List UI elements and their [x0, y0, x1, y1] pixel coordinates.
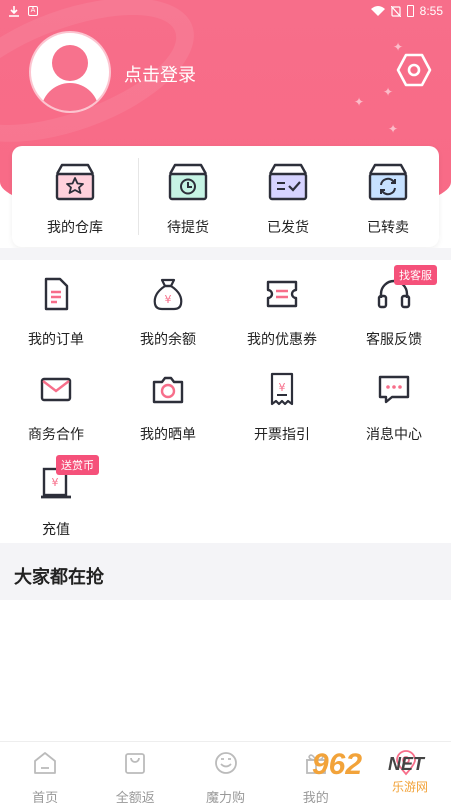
order-item-resold[interactable]: 已转卖: [338, 162, 438, 237]
tool-label: 我的优惠券: [247, 331, 317, 347]
svg-text:¥: ¥: [279, 381, 286, 394]
order-item-label: 我的仓库: [47, 219, 103, 235]
tool-label: 充值: [42, 521, 70, 537]
message-icon: [378, 375, 410, 404]
avatar-body: [41, 83, 99, 111]
tool-label: 我的余额: [140, 331, 196, 347]
customer-service-badge: 找客服: [394, 265, 437, 285]
tool-my-coupons[interactable]: 我的优惠券: [226, 276, 338, 349]
nav-label: 首页: [32, 790, 59, 803]
order-item-label: 已转卖: [367, 219, 409, 235]
recharge-badge: 送赏币: [56, 455, 99, 475]
tool-my-balance[interactable]: ¥ 我的余额: [112, 276, 224, 349]
order-item-label: 已发货: [267, 219, 309, 235]
tool-label: 我的晒单: [140, 426, 196, 442]
wifi-icon: [370, 5, 385, 16]
sparkle-icon: ✦: [354, 95, 365, 109]
no-sim-icon: [390, 5, 401, 17]
watermark-number: 962: [312, 748, 363, 781]
watermark-net: NET: [388, 754, 424, 774]
avatar-head: [52, 45, 88, 81]
download-icon: [9, 6, 19, 17]
box-refresh-icon: [368, 163, 408, 201]
mail-icon: [40, 377, 72, 402]
order-item-pickup[interactable]: 待提货: [138, 162, 238, 237]
order-item-shipped[interactable]: 已发货: [238, 162, 338, 237]
status-time: 8:55: [419, 4, 443, 18]
money-bag-icon: ¥: [153, 278, 183, 311]
settings-icon[interactable]: [396, 52, 432, 88]
home-icon: [34, 752, 56, 774]
warehouse-star-icon: [55, 163, 95, 201]
status-bar: A 8:55: [0, 0, 451, 22]
sparkle-icon: ✦: [393, 40, 404, 54]
tool-business-cooperation[interactable]: 商务合作: [0, 371, 112, 444]
tool-label: 客服反馈: [366, 331, 422, 347]
tool-my-showcase[interactable]: 我的晒单: [112, 371, 224, 444]
order-item-label: 待提货: [167, 219, 209, 235]
notification-a-icon: A: [28, 6, 38, 16]
tool-label: 商务合作: [28, 426, 84, 442]
coupon-icon: [266, 280, 298, 308]
invoice-icon: ¥: [270, 372, 294, 406]
order-status-card: 我的仓库 待提货 已发货 已转卖: [12, 146, 439, 247]
tool-label: 我的订单: [28, 331, 84, 347]
nav-label: 魔力购: [206, 790, 246, 803]
nav-home[interactable]: 首页: [0, 742, 90, 803]
watermark-logo: 962 NET 乐游网: [312, 748, 447, 798]
tool-message-center[interactable]: 消息中心: [338, 371, 450, 444]
section-gap: [0, 248, 451, 260]
section-title: 大家都在抢: [0, 543, 451, 600]
tool-customer-service[interactable]: 客服反馈: [338, 276, 450, 349]
bag-icon: [125, 753, 146, 774]
sparkle-icon: ✦: [388, 122, 399, 136]
avatar[interactable]: [31, 33, 109, 111]
nav-full-refund[interactable]: 全额返: [90, 742, 180, 803]
nav-label: 全额返: [115, 790, 155, 803]
tool-recharge[interactable]: ¥ 充值: [0, 466, 112, 539]
svg-text:¥: ¥: [52, 476, 59, 489]
tool-my-orders[interactable]: 我的订单: [0, 276, 112, 349]
camera-icon: [152, 376, 184, 404]
order-doc-icon: [44, 277, 69, 311]
box-shipped-icon: [268, 163, 308, 201]
nav-magic-buy[interactable]: 魔力购: [180, 742, 270, 803]
box-clock-icon: [168, 163, 208, 201]
svg-text:¥: ¥: [165, 293, 172, 306]
login-link[interactable]: 点击登录: [124, 61, 196, 87]
order-item-warehouse[interactable]: 我的仓库: [25, 162, 125, 237]
sparkle-icon: ✦: [383, 85, 394, 99]
tool-invoice-guide[interactable]: ¥ 开票指引: [226, 371, 338, 444]
face-icon: [214, 752, 237, 774]
watermark-sub: 乐游网: [392, 780, 429, 794]
tool-label: 消息中心: [366, 426, 422, 442]
battery-icon: [406, 5, 414, 17]
tool-label: 开票指引: [254, 426, 310, 442]
